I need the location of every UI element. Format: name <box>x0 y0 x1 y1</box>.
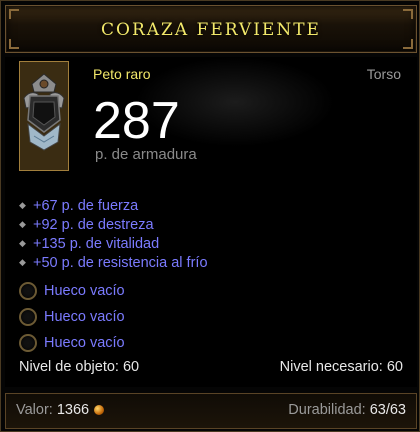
item-tooltip: CORAZA FERVIENTE Peto raro Torso 287 p. … <box>0 0 420 432</box>
socket-row: Hueco vacío <box>19 304 125 330</box>
armor-value: 287 <box>93 92 180 150</box>
title-bar: CORAZA FERVIENTE <box>5 5 417 53</box>
chest-armor-icon <box>19 61 69 171</box>
diamond-bullet-icon: ◆ <box>19 238 26 248</box>
stat-text: +50 p. de resistencia al frío <box>33 254 208 271</box>
socket-row: Hueco vacío <box>19 330 125 356</box>
frame-corner <box>403 9 413 19</box>
item-level: Nivel de objeto: 60 <box>19 359 140 375</box>
footer-bar: Valor: 1366 Durabilidad: 63/63 <box>5 393 417 429</box>
stat-text: +67 p. de fuerza <box>33 197 139 214</box>
durability-label: Durabilidad: <box>288 402 366 418</box>
armor-label: p. de armadura <box>95 146 197 163</box>
stat-text: +92 p. de destreza <box>33 216 154 233</box>
frame-corner <box>403 39 413 49</box>
item-slot: Torso <box>366 66 401 82</box>
stat-line: ◆ +50 p. de resistencia al frío <box>19 253 208 272</box>
level-row: Nivel de objeto: 60 Nivel necesario: 60 <box>19 359 403 377</box>
empty-socket-icon <box>19 308 37 326</box>
item-body: Peto raro Torso 287 p. de armadura ◆ +67… <box>5 57 417 387</box>
stat-line: ◆ +135 p. de vitalidad <box>19 234 208 253</box>
stat-line: ◆ +92 p. de destreza <box>19 215 208 234</box>
value-label: Valor: <box>16 402 53 418</box>
required-level: Nivel necesario: 60 <box>279 359 403 375</box>
item-type: Peto raro <box>93 66 151 82</box>
frame-corner <box>9 39 19 49</box>
socket-row: Hueco vacío <box>19 278 125 304</box>
socket-label: Hueco vacío <box>44 283 125 299</box>
stat-text: +135 p. de vitalidad <box>33 235 160 252</box>
socket-label: Hueco vacío <box>44 335 125 351</box>
diamond-bullet-icon: ◆ <box>19 219 26 229</box>
item-value: Valor: 1366 <box>16 402 105 418</box>
gold-coin-icon <box>94 405 105 415</box>
socket-list: Hueco vacío Hueco vacío Hueco vacío <box>19 278 125 356</box>
value-amount: 1366 <box>56 402 90 418</box>
item-name: CORAZA FERVIENTE <box>101 20 321 40</box>
stat-list: ◆ +67 p. de fuerza ◆ +92 p. de destreza … <box>19 196 208 272</box>
empty-socket-icon <box>19 334 37 352</box>
socket-label: Hueco vacío <box>44 309 125 325</box>
empty-socket-icon <box>19 282 37 300</box>
stat-line: ◆ +67 p. de fuerza <box>19 196 208 215</box>
diamond-bullet-icon: ◆ <box>19 200 26 210</box>
durability-value: 63/63 <box>369 402 406 418</box>
diamond-bullet-icon: ◆ <box>19 257 26 267</box>
item-durability: Durabilidad: 63/63 <box>288 402 406 418</box>
frame-corner <box>9 9 19 19</box>
